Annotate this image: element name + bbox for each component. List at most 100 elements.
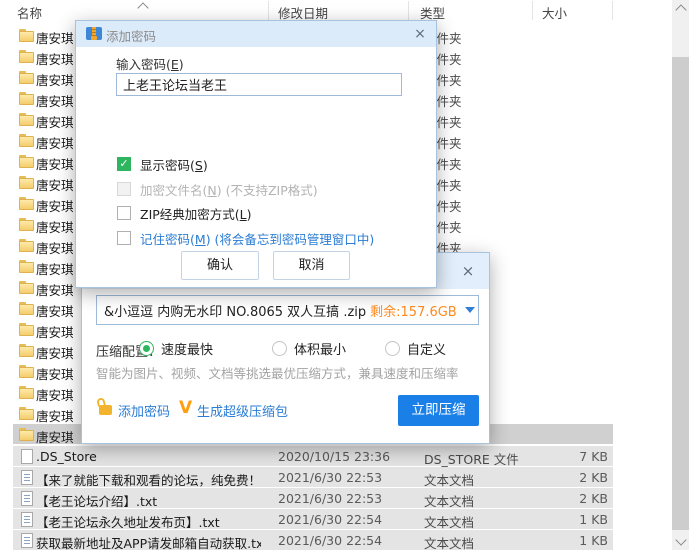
file-row[interactable]: .DS_Store2020/10/15 23:36DS_STORE 文件7 KB <box>0 446 672 467</box>
radio-option[interactable]: 速度最快 <box>139 339 213 358</box>
close-icon[interactable]: × <box>411 25 429 43</box>
folder-name: 唐安琪 <box>36 259 74 278</box>
lock-icon <box>99 405 112 415</box>
folder-name: 唐安琪 <box>36 385 74 404</box>
folder-name: 唐安琪 <box>36 217 74 236</box>
folder-name: 唐安琪 <box>36 238 74 257</box>
folder-name: 唐安琪 <box>36 70 74 89</box>
file-name: 【老王论坛介绍】.txt <box>36 491 157 510</box>
folder-name: 唐安琪 <box>36 133 74 152</box>
folder-icon <box>19 239 34 252</box>
super-zip-icon: V <box>179 398 192 418</box>
zip-archive-icon <box>86 27 102 40</box>
file-date-modified: 2021/6/30 22:53 <box>278 491 382 506</box>
folder-icon <box>19 176 34 189</box>
checkbox-option[interactable]: ✓显示密码(S) <box>117 155 208 173</box>
text-file-icon <box>21 512 33 527</box>
file-date-modified: 2021/6/30 22:54 <box>278 533 382 548</box>
folder-icon <box>19 50 34 63</box>
radio-label: 速度最快 <box>161 339 213 358</box>
radio-icon[interactable] <box>272 341 287 356</box>
file-explorer-window: 名称 修改日期 类型 大小 唐安琪文件夹唐安琪文件夹唐安琪文件夹唐安琪文件夹唐安… <box>0 0 689 550</box>
file-name: 【来了就能下载和观看的论坛，纯免费！ ... <box>36 470 261 489</box>
file-type: DS_STORE 文件 <box>424 449 519 468</box>
confirm-button[interactable]: 确认 <box>181 251 259 280</box>
scrollbar-thumb[interactable] <box>672 57 689 530</box>
chevron-down-icon <box>675 534 686 545</box>
folder-icon <box>19 323 34 336</box>
folder-name: 唐安琪 <box>36 154 74 173</box>
folder-name: 唐安琪 <box>36 322 74 341</box>
checkbox-icon[interactable] <box>117 206 131 220</box>
file-size: 2 KB <box>520 470 608 485</box>
folder-name: 唐安琪 <box>36 49 74 68</box>
file-icon <box>21 449 33 464</box>
file-date-modified: 2020/10/15 23:36 <box>278 449 390 464</box>
file-name: 【老王论坛永久地址发布页】.txt <box>36 512 220 531</box>
text-file-icon <box>21 470 33 485</box>
checkbox-icon[interactable] <box>117 182 131 196</box>
file-row[interactable]: 获取最新地址及APP请发邮箱自动获取.txt2021/6/30 22:54文本文… <box>0 530 672 550</box>
file-date-modified: 2021/6/30 22:54 <box>278 512 382 527</box>
column-divider[interactable] <box>612 1 613 20</box>
chevron-up-icon <box>675 4 686 15</box>
folder-icon <box>19 155 34 168</box>
file-row[interactable]: 【老王论坛永久地址发布页】.txt 2021/6/30 22:54 文本文档 1 KB <box>0 509 672 530</box>
file-row[interactable]: 【老王论坛介绍】.txt2021/6/30 22:53文本文档2 KB <box>0 488 672 509</box>
folder-name: 唐安琪 <box>36 406 74 425</box>
file-name: 获取最新地址及APP请发邮箱自动获取.txt <box>36 533 261 550</box>
add-password-link[interactable]: 添加密码 <box>118 401 170 420</box>
checkbox-label: ZIP经典加密方式(L) <box>140 204 252 223</box>
folder-icon <box>19 407 34 420</box>
archive-name-input[interactable]: &小逗逗 内购无水印 NO.8065 双人互搞 .zip 剩余:157.6GB <box>96 295 479 325</box>
folder-icon <box>19 197 34 210</box>
folder-icon <box>19 113 34 126</box>
vertical-scrollbar[interactable] <box>672 0 689 550</box>
scroll-down-button[interactable] <box>672 533 689 550</box>
sort-ascending-icon <box>137 2 148 13</box>
compress-now-button[interactable]: 立即压缩 <box>398 395 479 426</box>
compress-hint-text: 智能为图片、视频、文档等挑选最优压缩方式，兼具速度和压缩率 <box>96 363 459 382</box>
checkbox-label: 加密文件名(N) (不支持ZIP格式) <box>140 180 318 199</box>
radio-label: 体积最小 <box>294 339 346 358</box>
radio-option[interactable]: 体积最小 <box>272 339 346 358</box>
radio-option[interactable]: 自定义 <box>385 339 446 358</box>
folder-icon <box>19 260 34 273</box>
column-divider[interactable] <box>268 1 269 20</box>
file-name: .DS_Store <box>36 449 97 464</box>
folder-icon <box>19 344 34 357</box>
column-divider[interactable] <box>532 1 533 20</box>
close-icon[interactable]: × <box>459 262 477 280</box>
file-size: 1 KB <box>520 512 608 527</box>
folder-name: 唐安琪 <box>36 28 74 47</box>
dialog-title: 添加密码 <box>106 26 156 45</box>
folder-icon <box>19 386 34 399</box>
scroll-up-button[interactable] <box>672 0 689 17</box>
folder-icon <box>19 281 34 294</box>
password-input[interactable] <box>116 73 402 96</box>
folder-icon <box>19 302 34 315</box>
checkbox-option[interactable]: 记住密码(M) (将会备忘到密码管理窗口中) <box>117 229 374 247</box>
radio-icon[interactable] <box>385 341 400 356</box>
radio-selected-icon[interactable] <box>139 341 154 356</box>
file-row[interactable]: 【来了就能下载和观看的论坛，纯免费！ ...2021/6/30 22:53文本文… <box>0 467 672 488</box>
checkbox-checked-icon[interactable]: ✓ <box>117 157 131 171</box>
folder-name: 唐安琪 <box>36 343 74 362</box>
checkbox-option[interactable]: ZIP经典加密方式(L) <box>117 204 252 222</box>
folder-icon <box>19 92 34 105</box>
archive-filename: &小逗逗 内购无水印 NO.8065 双人互搞 .zip <box>104 301 366 320</box>
checkbox-icon[interactable] <box>117 231 131 245</box>
folder-name: 唐安琪 <box>36 196 74 215</box>
column-divider[interactable] <box>408 1 409 20</box>
column-header-name[interactable]: 名称 <box>17 3 42 22</box>
checkbox-option[interactable]: 加密文件名(N) (不支持ZIP格式) <box>117 180 318 198</box>
super-zip-link[interactable]: 生成超级压缩包 <box>197 401 288 420</box>
file-type: 文本文档 <box>424 491 474 510</box>
password-input-label: 输入密码(E) <box>116 54 184 73</box>
folder-name: 唐安琪 <box>36 364 74 383</box>
column-header-size[interactable]: 大小 <box>542 3 567 22</box>
chevron-down-icon[interactable] <box>465 307 475 313</box>
folder-name: 唐安琪 <box>36 91 74 110</box>
file-type: 文本文档 <box>424 512 474 531</box>
cancel-button[interactable]: 取消 <box>273 251 350 280</box>
